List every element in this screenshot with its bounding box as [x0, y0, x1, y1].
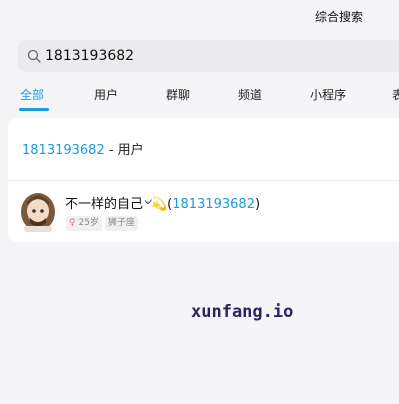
search-icon [27, 49, 41, 63]
watermark: xunfang.io [191, 302, 294, 322]
user-name: 不一样的自己৺💫(1813193682) [65, 193, 260, 216]
section-suffix: - 用户 [104, 143, 144, 158]
user-results-card: 1813193682 - 用户 不一样的自己৺💫(1813193682) ♀ 2… [8, 118, 399, 242]
divider [8, 180, 399, 181]
active-tab-indicator [19, 108, 49, 111]
user-id-highlight: 1813193682 [172, 197, 255, 212]
avatar [21, 193, 55, 232]
female-icon: ♀ [69, 218, 76, 228]
section-keyword: 1813193682 [22, 143, 105, 158]
search-box[interactable] [18, 40, 399, 72]
user-name-emoji: ৺💫 [143, 197, 168, 212]
top-bar: 综合搜索 [0, 0, 399, 34]
user-name-text: 不一样的自己 [65, 197, 144, 212]
user-result-item[interactable]: 不一样的自己৺💫(1813193682) ♀ 25岁 狮子座 [8, 184, 399, 240]
tab-groups[interactable]: 群聊 [166, 86, 190, 103]
user-name-paren-close: ) [254, 197, 261, 212]
section-title: 1813193682 - 用户 [22, 139, 144, 158]
search-tabs: 全部 用户 群聊 频道 小程序 表 [0, 86, 399, 112]
tab-mini-programs[interactable]: 小程序 [310, 86, 346, 103]
search-input[interactable] [45, 40, 385, 72]
user-tags: ♀ 25岁 狮子座 [66, 216, 141, 232]
tab-all[interactable]: 全部 [20, 86, 44, 103]
tab-channels[interactable]: 频道 [238, 86, 262, 103]
tab-users[interactable]: 用户 [94, 86, 118, 103]
zodiac-badge: 狮子座 [104, 216, 138, 231]
page-title: 综合搜索 [314, 10, 363, 24]
tab-more[interactable]: 表 [392, 86, 399, 103]
age-badge: ♀ 25岁 [66, 216, 102, 231]
age-label: 25岁 [78, 218, 99, 228]
